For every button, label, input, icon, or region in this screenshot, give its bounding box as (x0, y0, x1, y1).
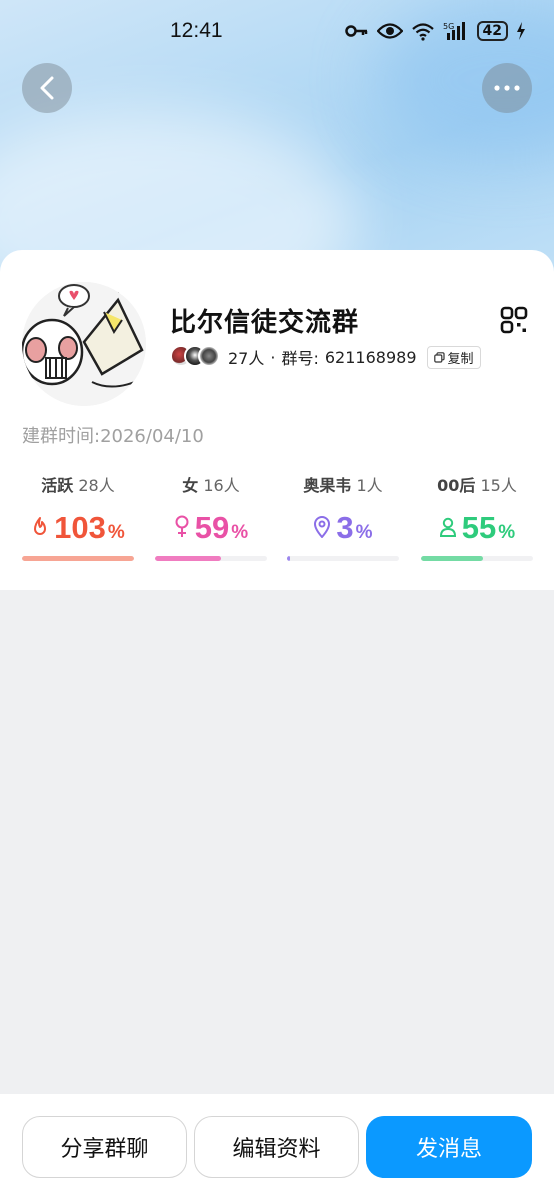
group-meta: 27人 · 群号: 621168989 复制 (170, 344, 481, 370)
stat-active[interactable]: 活跃 28人 103% (22, 472, 134, 561)
stat-value: 59 (194, 510, 230, 545)
stat-value: 55 (461, 510, 497, 545)
stat-label: 00后 (437, 476, 476, 495)
stat-unit: % (355, 522, 373, 543)
stat-unit: % (231, 522, 249, 543)
member-count[interactable]: 27人 (228, 345, 264, 369)
created-label: 建群时间: (22, 426, 101, 447)
send-message-button[interactable]: 发消息 (366, 1116, 532, 1178)
copy-id-button[interactable]: 复制 (426, 345, 481, 369)
member-avatars[interactable] (170, 345, 222, 369)
female-icon (175, 515, 189, 537)
group-info-card: 比尔信徒交流群 27人 · 群号: 621168989 复制 建群时间:2026… (0, 250, 554, 590)
charging-icon (517, 22, 525, 40)
stat-progress (421, 556, 533, 561)
stat-value: 103 (54, 510, 106, 545)
status-time: 12:41 (170, 19, 223, 42)
more-dots-icon (494, 85, 520, 91)
bottom-action-bar: 分享群聊 编辑资料 发消息 (0, 1094, 554, 1200)
stat-count: 16人 (203, 476, 240, 495)
battery-indicator: 42 (476, 21, 508, 41)
key-icon (344, 25, 367, 37)
copy-icon (433, 351, 445, 363)
group-id-label: 群号: (281, 349, 319, 368)
svg-text:5G: 5G (443, 22, 454, 31)
edit-profile-button[interactable]: 编辑资料 (194, 1116, 359, 1178)
share-group-button[interactable]: 分享群聊 (22, 1116, 187, 1178)
back-button[interactable] (22, 63, 72, 113)
stat-count: 15人 (480, 476, 517, 495)
wifi-icon (411, 23, 434, 41)
created-value: 2026/04/10 (100, 426, 204, 447)
qr-code-icon[interactable] (500, 306, 528, 334)
stat-age[interactable]: 00后 15人 55% (421, 472, 533, 561)
flame-icon (34, 517, 47, 535)
signal-icon: 5G (443, 22, 465, 40)
stat-location[interactable]: 奥果韦 1人 3% (287, 472, 399, 561)
meta-separator: · (270, 347, 276, 367)
stat-progress (287, 556, 399, 561)
avatar (198, 345, 220, 367)
stat-label: 女 (182, 476, 199, 495)
stat-unit: % (498, 522, 516, 543)
avatar-illustration (22, 282, 146, 406)
stat-progress (22, 556, 134, 561)
group-avatar[interactable] (22, 282, 146, 406)
group-name: 比尔信徒交流群 (170, 308, 360, 338)
stat-unit: % (107, 522, 125, 543)
copy-label: 复制 (447, 351, 474, 367)
stat-progress (155, 556, 267, 561)
stat-female[interactable]: 女 16人 59% (155, 472, 267, 561)
stat-label: 活跃 (41, 476, 74, 495)
chevron-left-icon (40, 76, 54, 100)
group-id-value: 621168989 (324, 347, 417, 367)
stat-value: 3 (336, 510, 354, 545)
stat-count: 1人 (356, 476, 383, 495)
group-stats: 活跃 28人 103% 女 16人 59% 奥果韦 1人 3% 00后 15人 … (0, 472, 554, 572)
status-icons: 5G 42 (344, 21, 526, 41)
stat-label: 奥果韦 (303, 476, 352, 495)
more-button[interactable] (482, 63, 532, 113)
created-date: 建群时间:2026/04/10 (22, 422, 204, 448)
eye-icon (376, 23, 403, 39)
status-bar: 12:41 5G 42 (0, 0, 554, 62)
stat-count: 28人 (78, 476, 115, 495)
location-pin-icon (314, 516, 331, 538)
person-icon (439, 517, 456, 537)
